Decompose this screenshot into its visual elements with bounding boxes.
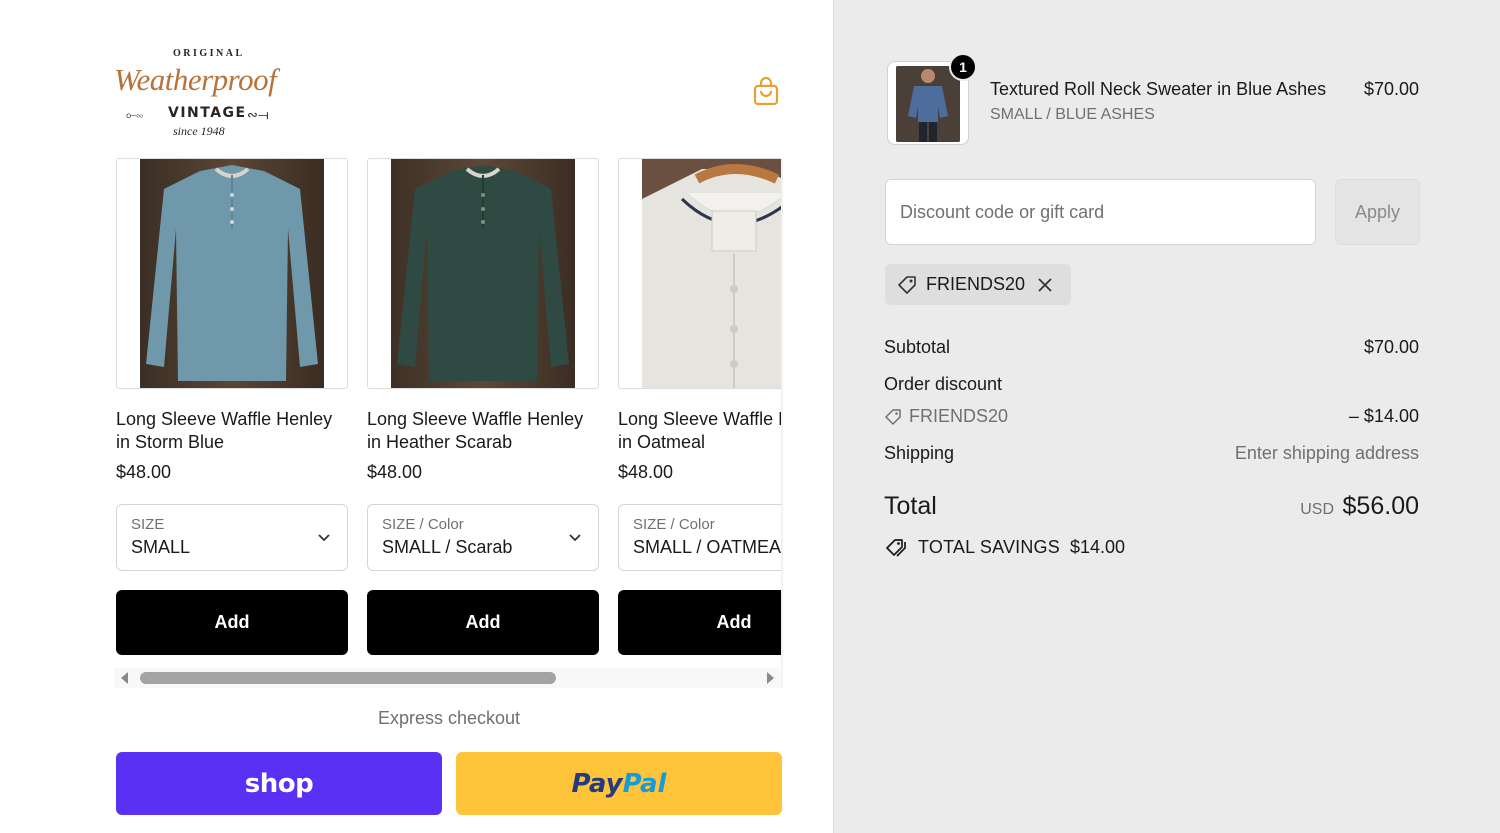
upsell-card: Long Sleeve Waffle Henley in Oatmeal $48… <box>618 158 782 655</box>
scrollbar-thumb[interactable] <box>140 672 556 684</box>
product-title-line: Long Sleeve Waffle Henley <box>367 409 584 429</box>
tag-icon <box>898 275 916 294</box>
total-currency: USD <box>1300 501 1334 518</box>
product-photo <box>140 159 324 388</box>
carousel-scrollbar[interactable] <box>114 668 782 688</box>
chevron-down-icon <box>318 534 330 542</box>
quantity-badge: 1 <box>949 53 977 81</box>
paypal-button[interactable]: Pay Pal <box>456 752 782 815</box>
total-label: Total <box>884 492 937 520</box>
express-checkout-label: Express checkout <box>377 708 521 728</box>
upsell-carousel[interactable]: Long Sleeve Waffle Henley in Storm Blue … <box>114 158 782 688</box>
logo-vintage-text: VINTAGE <box>168 105 247 121</box>
checkout-main-column: ORIGINAL Weatherproof ⟜∾ VINTAGE ∾⟞ sinc… <box>0 0 833 833</box>
product-title-line: in Oatmeal <box>618 432 706 452</box>
logo-flourish-right: ∾⟞ <box>247 107 269 122</box>
line-item-title: Textured Roll Neck Sweater in Blue Ashes <box>990 79 1327 99</box>
product-image-frame[interactable] <box>116 158 348 389</box>
variant-select-label: SIZE <box>131 516 165 533</box>
upsell-card: Long Sleeve Waffle Henley in Heather Sca… <box>367 158 600 655</box>
line-item-price: $70.00 <box>1363 79 1419 99</box>
total-savings-label: TOTAL SAVINGS <box>918 536 1060 557</box>
product-title[interactable]: Long Sleeve Waffle Henley in Storm Blue <box>116 408 348 454</box>
applied-discount-chip: FRIENDS20 <box>885 264 1071 305</box>
variant-select-value: SMALL <box>131 537 191 557</box>
variant-select[interactable]: SIZE SMALL <box>116 504 348 571</box>
product-title-line: Long Sleeve Waffle Henley <box>618 409 782 429</box>
shopping-bag-icon[interactable] <box>752 76 780 106</box>
scroll-left-arrow-icon[interactable] <box>121 672 128 684</box>
subtotal-value: $70.00 <box>1363 337 1419 357</box>
logo-since-text: since 1948 <box>173 124 225 138</box>
add-button[interactable]: Add <box>367 590 599 655</box>
store-logo[interactable]: ORIGINAL Weatherproof ⟜∾ VINTAGE ∾⟞ sinc… <box>112 44 297 144</box>
total-savings-value: $14.00 <box>1069 536 1126 557</box>
shipping-label: Shipping <box>884 443 955 463</box>
product-title-line: Long Sleeve Waffle Henley <box>116 409 333 429</box>
total-value: $56.00 <box>1342 492 1419 520</box>
variant-select[interactable]: SIZE / Color SMALL / OATMEAL <box>618 504 782 571</box>
scroll-right-arrow-icon[interactable] <box>767 672 774 684</box>
variant-select[interactable]: SIZE / Color SMALL / Scarab <box>367 504 599 571</box>
variant-select-label: SIZE / Color <box>382 516 464 533</box>
subtotal-label: Subtotal <box>884 337 951 357</box>
product-price: $48.00 <box>618 462 674 482</box>
product-title[interactable]: Long Sleeve Waffle Henley in Heather Sca… <box>367 408 599 454</box>
paypal-logo-part: Pal <box>622 768 667 799</box>
applied-discount-code: FRIENDS20 <box>926 274 1026 294</box>
add-button[interactable]: Add <box>618 590 782 655</box>
chevron-down-icon <box>569 534 581 542</box>
total-savings: TOTAL SAVINGS $14.00 <box>884 536 1125 558</box>
product-image-frame[interactable] <box>367 158 599 389</box>
shop-pay-logo: shop <box>244 768 314 799</box>
variant-select-value: SMALL / Scarab <box>382 537 513 557</box>
product-photo <box>642 159 782 388</box>
logo-flourish-left: ⟜∾ <box>126 107 143 122</box>
tag-icon <box>885 409 901 425</box>
carousel-edge <box>781 158 783 688</box>
upsell-card: Long Sleeve Waffle Henley in Storm Blue … <box>116 158 349 655</box>
logo-original-text: ORIGINAL <box>173 48 245 59</box>
add-button[interactable]: Add <box>116 590 348 655</box>
product-title-line: in Storm Blue <box>116 432 225 452</box>
product-image-frame[interactable] <box>618 158 782 389</box>
order-discount-label: Order discount <box>884 374 1003 394</box>
product-price: $48.00 <box>367 462 423 482</box>
product-title-line: in Heather Scarab <box>367 432 513 452</box>
product-title[interactable]: Long Sleeve Waffle Henley in Oatmeal <box>618 408 782 454</box>
order-discount-code: FRIENDS20 <box>909 406 1009 426</box>
discount-code-input[interactable] <box>885 179 1316 245</box>
shop-pay-button[interactable]: shop <box>116 752 442 815</box>
order-discount-value: – $14.00 <box>1348 406 1419 426</box>
apply-discount-button[interactable]: Apply <box>1335 179 1420 245</box>
logo-script-text: Weatherproof <box>114 62 277 97</box>
product-photo <box>391 159 575 388</box>
savings-tags-icon <box>886 539 906 557</box>
product-price: $48.00 <box>116 462 172 482</box>
remove-discount-close-icon[interactable] <box>1037 277 1053 293</box>
variant-select-value: SMALL / OATMEAL <box>633 537 782 557</box>
variant-select-label: SIZE / Color <box>633 516 715 533</box>
shipping-value: Enter shipping address <box>1234 443 1419 463</box>
line-item-variant: SMALL / BLUE ASHES <box>990 106 1155 123</box>
paypal-logo-part: Pay <box>571 768 623 799</box>
